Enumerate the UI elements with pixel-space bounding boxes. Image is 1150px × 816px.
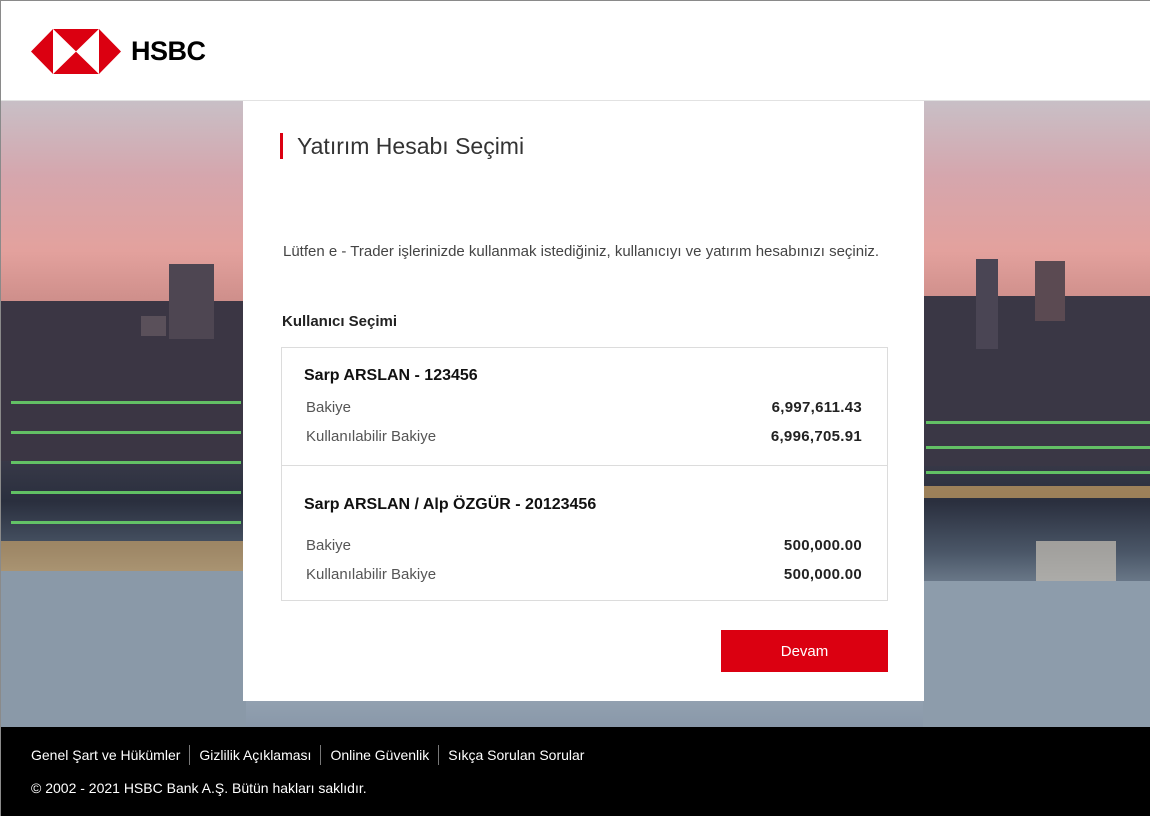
footer-divider: [320, 745, 322, 765]
balance-row: Bakiye 500,000.00: [306, 537, 862, 554]
page-footer: Genel Şart ve Hükümler Gizlilik Açıklama…: [1, 727, 1150, 816]
account-selection-card: Yatırım Hesabı Seçimi Lütfen e - Trader …: [243, 101, 924, 701]
user-selection-label: Kullanıcı Seçimi: [282, 313, 398, 330]
available-balance-row: Kullanılabilir Bakiye 6,996,705.91: [306, 428, 862, 445]
available-balance-value: 6,996,705.91: [770, 428, 862, 445]
card-header: Yatırım Hesabı Seçimi: [280, 132, 524, 160]
terms-link[interactable]: Genel Şart ve Hükümler: [31, 747, 180, 763]
available-balance-row: Kullanılabilir Bakiye 500,000.00: [306, 566, 862, 583]
hsbc-hexagon-logo-icon: [31, 29, 121, 74]
account-option[interactable]: Sarp ARSLAN / Alp ÖZGÜR - 20123456 Bakiy…: [282, 465, 887, 600]
intro-text: Lütfen e - Trader işlerinizde kullanmak …: [283, 243, 880, 260]
online-security-link[interactable]: Online Güvenlik: [330, 747, 429, 763]
hsbc-logo[interactable]: HSBC: [31, 29, 206, 74]
page-header: HSBC: [1, 1, 1150, 101]
continue-button[interactable]: Devam: [721, 630, 888, 672]
copyright-text: © 2002 - 2021 HSBC Bank A.Ş. Bütün hakla…: [31, 780, 367, 796]
available-balance-label: Kullanılabilir Bakiye: [306, 428, 437, 445]
faq-link[interactable]: Sıkça Sorulan Sorular: [448, 747, 584, 763]
account-name: Sarp ARSLAN - 123456: [304, 367, 478, 384]
balance-label: Bakiye: [306, 399, 352, 416]
available-balance-value: 500,000.00: [783, 566, 862, 583]
balance-value: 6,997,611.43: [771, 399, 862, 416]
footer-divider: [189, 745, 191, 765]
brand-name: HSBC: [131, 36, 206, 66]
available-balance-label: Kullanılabilir Bakiye: [306, 566, 437, 583]
account-name: Sarp ARSLAN / Alp ÖZGÜR - 20123456: [304, 496, 597, 513]
account-list: Sarp ARSLAN - 123456 Bakiye 6,997,611.43…: [281, 347, 888, 601]
balance-value: 500,000.00: [783, 537, 862, 554]
account-option[interactable]: Sarp ARSLAN - 123456 Bakiye 6,997,611.43…: [282, 348, 887, 465]
privacy-link[interactable]: Gizlilik Açıklaması: [199, 747, 311, 763]
footer-links: Genel Şart ve Hükümler Gizlilik Açıklama…: [31, 745, 584, 765]
title-accent-bar: [280, 133, 283, 159]
page-title: Yatırım Hesabı Seçimi: [297, 132, 525, 159]
balance-row: Bakiye 6,997,611.43: [306, 399, 862, 416]
footer-divider: [438, 745, 440, 765]
balance-label: Bakiye: [306, 537, 352, 554]
